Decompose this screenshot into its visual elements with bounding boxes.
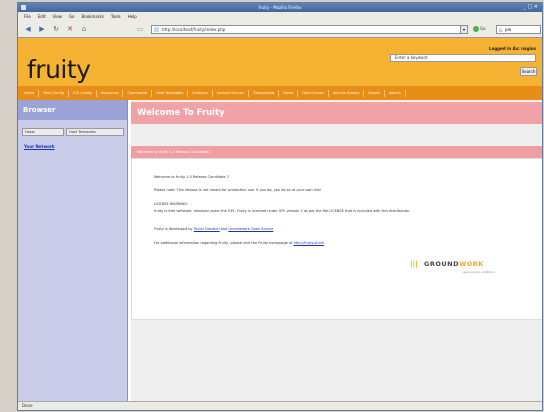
menu-help[interactable]: Help (128, 12, 137, 22)
url-dropdown-icon[interactable]: ▾ (460, 25, 468, 34)
site-header: fruity Logged in As: nagios Enter a keyw… (18, 38, 542, 86)
browser-search-value: pie (505, 27, 512, 32)
developer-and: and (220, 227, 228, 231)
site-search-input[interactable]: Enter a keyword (390, 54, 536, 62)
window-title: fruity - Mozilla Firefox (258, 5, 302, 10)
menu-view[interactable]: View (52, 12, 62, 22)
menu-go[interactable]: Go (69, 12, 75, 22)
license-heading: LICENSE WARNING: (154, 202, 189, 206)
groundwork-logo[interactable]: ||| GROUNDWORK open source solutions (410, 256, 496, 278)
nav-host-groups[interactable]: Host Groups (298, 89, 329, 97)
nav-export[interactable]: Export (364, 89, 385, 97)
menu-bookmarks[interactable]: Bookmarks (82, 12, 104, 22)
developer-link-1[interactable]: Taylor Dondich (194, 227, 220, 231)
developer-line: Fruity is developed by Taylor Dondich an… (154, 227, 273, 231)
homepage-line: For additional information regarding Fru… (154, 241, 324, 245)
go-icon (473, 26, 479, 32)
main-nav: Home Main Config CGI Config Resources Co… (18, 86, 542, 100)
nav-contact-groups[interactable]: Contact Groups (213, 89, 249, 97)
browser-search-input[interactable]: G pie (496, 25, 541, 34)
sidebar-tab-host-templates[interactable]: Host Templates (66, 128, 124, 136)
logged-in-status: Logged in As: nagios (489, 46, 536, 51)
homepage-label: For additional information regarding Fru… (154, 241, 293, 245)
menu-bar: File Edit View Go Bookmarks Tools Help (18, 12, 542, 22)
url-text: http://localhost/fruity/index.php (162, 27, 226, 32)
nav-host-templates[interactable]: Host Templates (152, 89, 189, 97)
panel-title: Welcome to fruity 1.0 Release Candidate … (131, 146, 542, 158)
nav-cgi-config[interactable]: CGI Config (69, 89, 97, 97)
main-content: Welcome To Fruity Welcome to fruity 1.0 … (131, 100, 542, 403)
page-viewport: fruity Logged in As: nagios Enter a keyw… (18, 37, 542, 403)
back-icon[interactable]: ◀ (23, 24, 33, 34)
homepage-link[interactable]: http://fruity.sf.net (294, 241, 324, 245)
page-icon: ▭ (136, 25, 144, 33)
go-label: Go (480, 26, 486, 31)
nav-commands[interactable]: Commands (123, 89, 153, 97)
title-bar: fruity - Mozilla Firefox _ □ ✕ (18, 3, 542, 12)
window-controls[interactable]: _ □ ✕ (523, 3, 538, 12)
risk-note: Please note: This release is not meant f… (154, 188, 322, 192)
developer-label: Fruity is developed by (154, 227, 193, 231)
sidebar-tab-hosts[interactable]: Hosts (22, 128, 64, 136)
nav-search[interactable]: Search (385, 89, 406, 97)
forward-icon[interactable]: ▶ (37, 24, 47, 34)
home-icon[interactable]: ⌂ (79, 24, 89, 34)
stop-icon[interactable]: ✕ (65, 24, 75, 34)
go-button[interactable]: Go (473, 24, 493, 34)
groundwork-mark-icon: ||| (410, 260, 418, 268)
sidebar-title: Browser (18, 100, 127, 120)
navigation-toolbar: ◀ ▶ ↻ ✕ ⌂ ▭ http://localhost/fruity/inde… (18, 23, 542, 36)
groundwork-name: GROUNDWORK (424, 260, 484, 268)
nav-home[interactable]: Home (20, 89, 40, 97)
menu-tools[interactable]: Tools (111, 12, 121, 22)
nav-main-config[interactable]: Main Config (39, 89, 70, 97)
nav-contacts[interactable]: Contacts (188, 89, 213, 97)
google-icon: G (499, 28, 503, 33)
welcome-line: Welcome to fruity 1.0 Release Candidate … (154, 175, 229, 179)
nav-hosts[interactable]: Hosts (279, 89, 299, 97)
reload-icon[interactable]: ↻ (51, 24, 61, 34)
nav-service-groups[interactable]: Service Groups (329, 89, 365, 97)
window-icon (21, 5, 26, 10)
status-bar: Done (18, 401, 542, 410)
url-bar[interactable]: http://localhost/fruity/index.php (151, 25, 467, 34)
sidebar-link-your-network[interactable]: Your Network (24, 144, 55, 149)
developer-link-2[interactable]: Groundwork Open Source (228, 227, 273, 231)
favicon-icon (154, 27, 159, 32)
menu-file[interactable]: File (24, 12, 31, 22)
nav-timeperiods[interactable]: Timeperiods (249, 89, 280, 97)
site-search-button[interactable]: Search (520, 67, 537, 76)
nav-resources[interactable]: Resources (97, 89, 124, 97)
groundwork-tagline: open source solutions (462, 270, 495, 274)
site-logo[interactable]: fruity (27, 55, 91, 84)
browser-window: fruity - Mozilla Firefox _ □ ✕ File Edit… (17, 2, 543, 411)
menu-edit[interactable]: Edit (38, 12, 46, 22)
welcome-panel: Welcome to fruity 1.0 Release Candidate … (131, 158, 542, 320)
license-text: fruity is free software, released under … (154, 209, 411, 213)
sidebar: Browser Hosts Host Templates Your Networ… (18, 100, 128, 403)
welcome-banner: Welcome To Fruity (131, 102, 542, 124)
